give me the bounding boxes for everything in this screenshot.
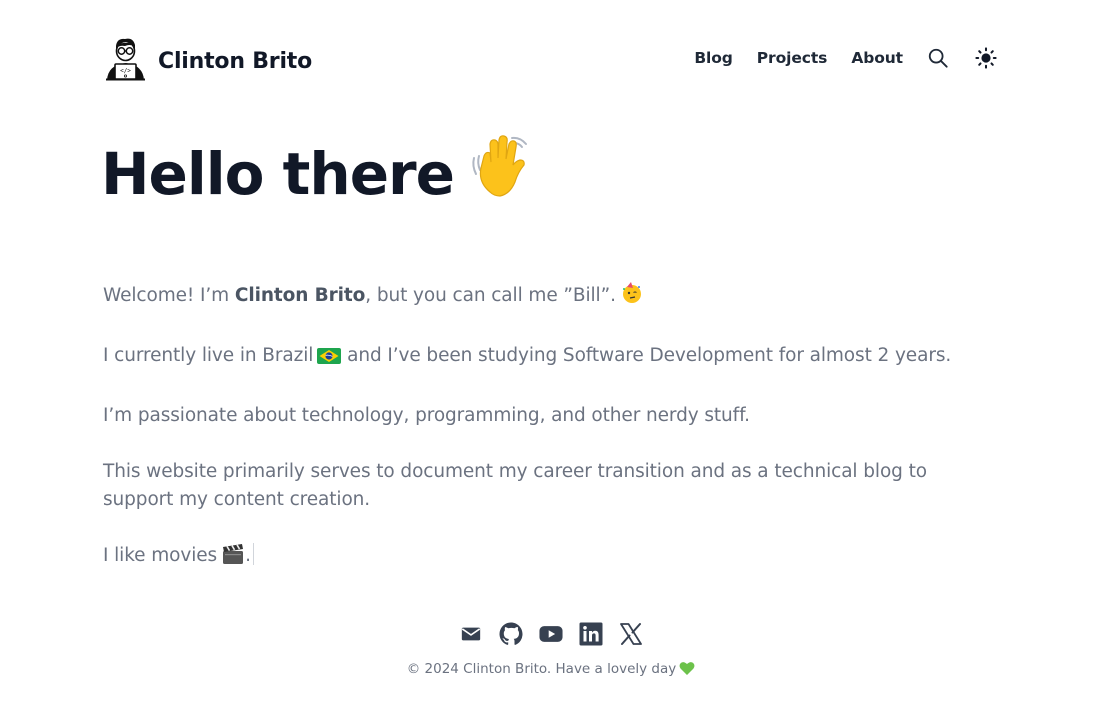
youtube-icon: [539, 626, 563, 642]
svg-text:</>: </>: [120, 67, 131, 74]
linkedin-icon: [579, 622, 603, 646]
waving-hand-icon: [468, 132, 538, 214]
youtube-link[interactable]: [539, 622, 563, 646]
x-link[interactable]: [619, 622, 643, 646]
intro-text: I like movies: [103, 545, 218, 566]
intro-text: Welcome! I’m: [103, 285, 235, 306]
brand-link[interactable]: </> Clinton Brito: [103, 36, 312, 81]
main-nav: Blog Projects About: [694, 45, 999, 71]
avatar-logo-icon: </>: [106, 38, 145, 80]
intro-text: I currently live in Brazil: [103, 345, 314, 366]
nav-blog[interactable]: Blog: [694, 49, 733, 67]
intro-paragraph-3: I’m passionate about technology, program…: [103, 405, 750, 426]
author-name: Clinton Brito: [234, 285, 366, 306]
page-title-text: Hello there: [101, 140, 455, 208]
intro-text: and I’ve been studying Software Developm…: [341, 345, 952, 366]
page-title: Hello there: [101, 132, 538, 214]
site-header: </> Clinton Brito Blog Projects About: [103, 35, 999, 81]
theme-toggle-button[interactable]: [973, 45, 999, 71]
intro-text: , but you can call me ”Bill”.: [365, 285, 616, 306]
linkedin-link[interactable]: [579, 622, 603, 646]
email-link[interactable]: [459, 622, 483, 646]
intro-paragraph-2: I currently live in Brazil and I’ve been…: [103, 342, 999, 374]
social-links: [0, 622, 1102, 646]
intro-text: .: [245, 545, 251, 566]
sun-icon: [975, 47, 997, 69]
mail-icon: [461, 627, 481, 641]
brazil-flag-icon: [317, 346, 342, 374]
intro-paragraph-4: This website primarily serves to documen…: [103, 461, 927, 510]
nav-projects[interactable]: Projects: [757, 49, 828, 67]
clapper-board-icon: [221, 543, 245, 574]
github-link[interactable]: [499, 622, 523, 646]
github-icon: [499, 622, 523, 645]
brand-name: Clinton Brito: [158, 48, 313, 74]
x-icon: [620, 623, 642, 645]
nav-about[interactable]: About: [851, 49, 903, 67]
copyright-text: © 2024 Clinton Brito. Have a lovely day: [406, 661, 677, 677]
intro-section: Welcome! I’m Clinton Brito, but you can …: [103, 281, 999, 602]
search-icon: [928, 48, 948, 68]
intro-paragraph-1: Welcome! I’m Clinton Brito, but you can …: [103, 281, 999, 314]
party-face-icon: [620, 281, 644, 314]
site-footer: © 2024 Clinton Brito. Have a lovely day: [0, 661, 1102, 680]
search-button[interactable]: [925, 45, 951, 71]
green-heart-icon: [679, 661, 695, 680]
text-caret: [252, 543, 254, 565]
intro-paragraph-5: I like movies .: [103, 542, 999, 574]
